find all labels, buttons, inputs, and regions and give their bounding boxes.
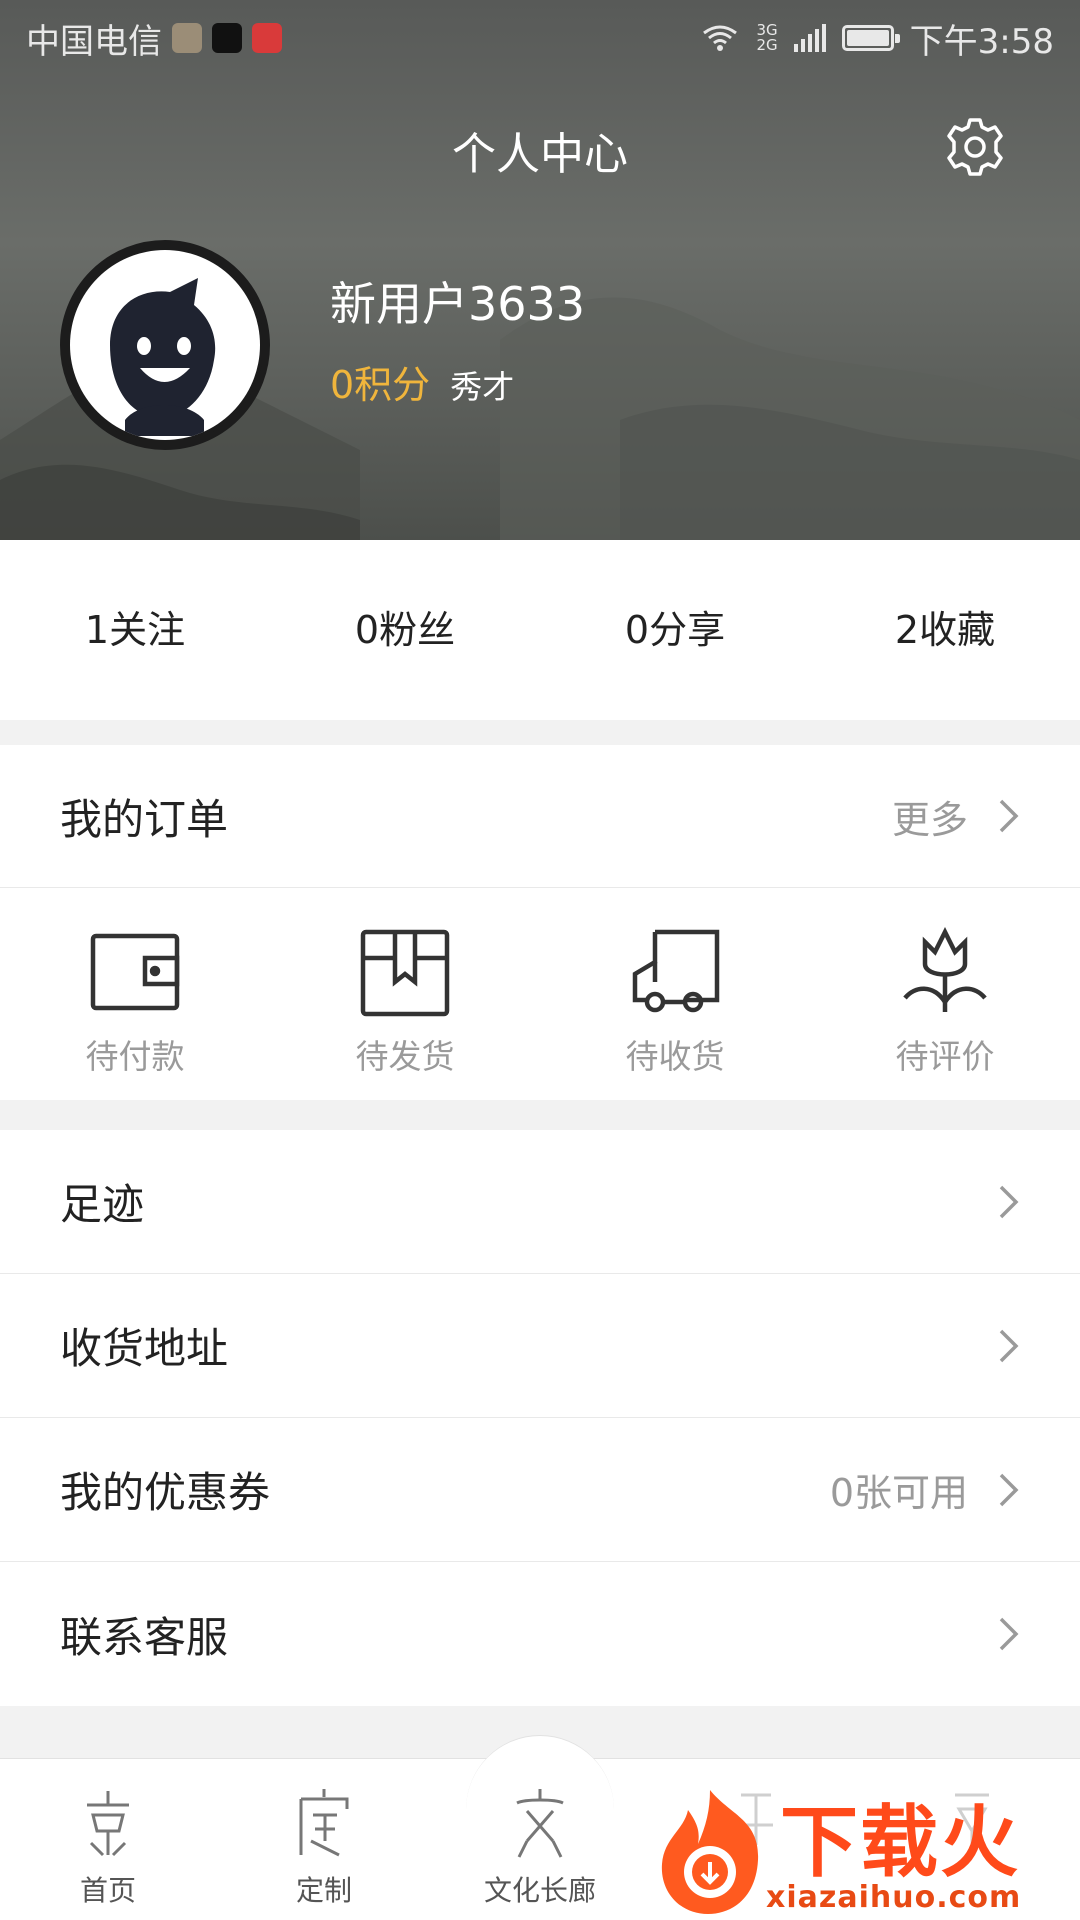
orders-header[interactable]: 我的订单 更多 xyxy=(0,745,1080,888)
coupon-count: 0张可用 xyxy=(829,1471,968,1515)
order-pending-review[interactable]: 待评价 xyxy=(810,888,1080,1100)
chevron-right-icon xyxy=(999,1473,1019,1506)
chevron-right-icon xyxy=(999,1329,1019,1362)
status-bar: 中国电信 3G 2G 下午3:58 xyxy=(0,0,1080,76)
battery-icon xyxy=(841,25,900,51)
rank-label: 秀才 xyxy=(450,368,515,406)
points-row: 0积分 秀才 xyxy=(330,354,514,409)
tab-custom[interactable]: 定制 xyxy=(216,1759,432,1920)
carrier-label: 中国电信 xyxy=(26,21,162,62)
chevron-right-icon xyxy=(999,1185,1019,1218)
culture-seal-icon xyxy=(516,1789,564,1858)
username: 新用户3633 xyxy=(330,277,586,331)
wallet-icon xyxy=(90,933,180,1011)
flower-icon xyxy=(903,926,987,1012)
menu-item-address[interactable]: 收货地址 xyxy=(0,1274,1080,1418)
box-icon xyxy=(360,929,450,1017)
stats-bar: 1关注 0粉丝 0分享 2收藏 xyxy=(0,540,1080,720)
custom-seal-icon xyxy=(299,1789,349,1857)
orders-more-link[interactable]: 更多 xyxy=(892,789,968,844)
stat-favorites[interactable]: 2收藏 xyxy=(810,540,1080,720)
chevron-right-icon xyxy=(999,1617,1019,1651)
avatar[interactable] xyxy=(60,240,270,450)
watermark: 下载火 xiazaihuo.com xyxy=(640,1780,1080,1920)
clock: 下午3:58 xyxy=(909,21,1054,62)
order-pending-shipment[interactable]: 待发货 xyxy=(270,888,540,1100)
stat-shares[interactable]: 0分享 xyxy=(540,540,810,720)
menu-item-footprints[interactable]: 足迹 xyxy=(0,1130,1080,1274)
order-pending-payment[interactable]: 待付款 xyxy=(0,888,270,1100)
truck-icon xyxy=(632,929,720,1013)
stat-fans[interactable]: 0粉丝 xyxy=(270,540,540,720)
gear-icon[interactable] xyxy=(944,116,1006,178)
tab-culture-gallery[interactable]: 文化长廊 xyxy=(432,1735,648,1920)
smiley-avatar-icon xyxy=(110,278,216,436)
toutiao-app-icon xyxy=(252,23,282,53)
douyin-app-icon xyxy=(212,23,242,53)
stat-following[interactable]: 1关注 xyxy=(0,540,270,720)
home-seal-icon xyxy=(87,1791,129,1857)
gallery-app-icon xyxy=(172,23,202,53)
profile-header: 中国电信 3G 2G 下午3:58 个人中心 新用户3633 0积分 秀才 xyxy=(0,0,1080,540)
order-pending-receipt[interactable]: 待收货 xyxy=(540,888,810,1100)
chevron-right-icon xyxy=(999,799,1019,833)
orders-section: 我的订单 更多 待付款 待发货 待收货 待评价 xyxy=(0,745,1080,1100)
tab-home[interactable]: 首页 xyxy=(0,1759,216,1920)
points-value[interactable]: 0积分 xyxy=(330,354,430,409)
menu-item-customer-service[interactable]: 联系客服 xyxy=(0,1562,1080,1706)
flame-logo-icon xyxy=(661,1790,759,1914)
network-type: 3G 2G xyxy=(756,21,778,54)
wifi-icon xyxy=(703,25,738,51)
signal-icon xyxy=(793,24,826,52)
menu-item-coupons[interactable]: 我的优惠券 0张可用 xyxy=(0,1418,1080,1562)
orders-title: 我的订单 xyxy=(60,794,229,844)
menu-list: 足迹 收货地址 我的优惠券 0张可用 联系客服 xyxy=(0,1130,1080,1706)
page-title: 个人中心 xyxy=(452,129,628,180)
